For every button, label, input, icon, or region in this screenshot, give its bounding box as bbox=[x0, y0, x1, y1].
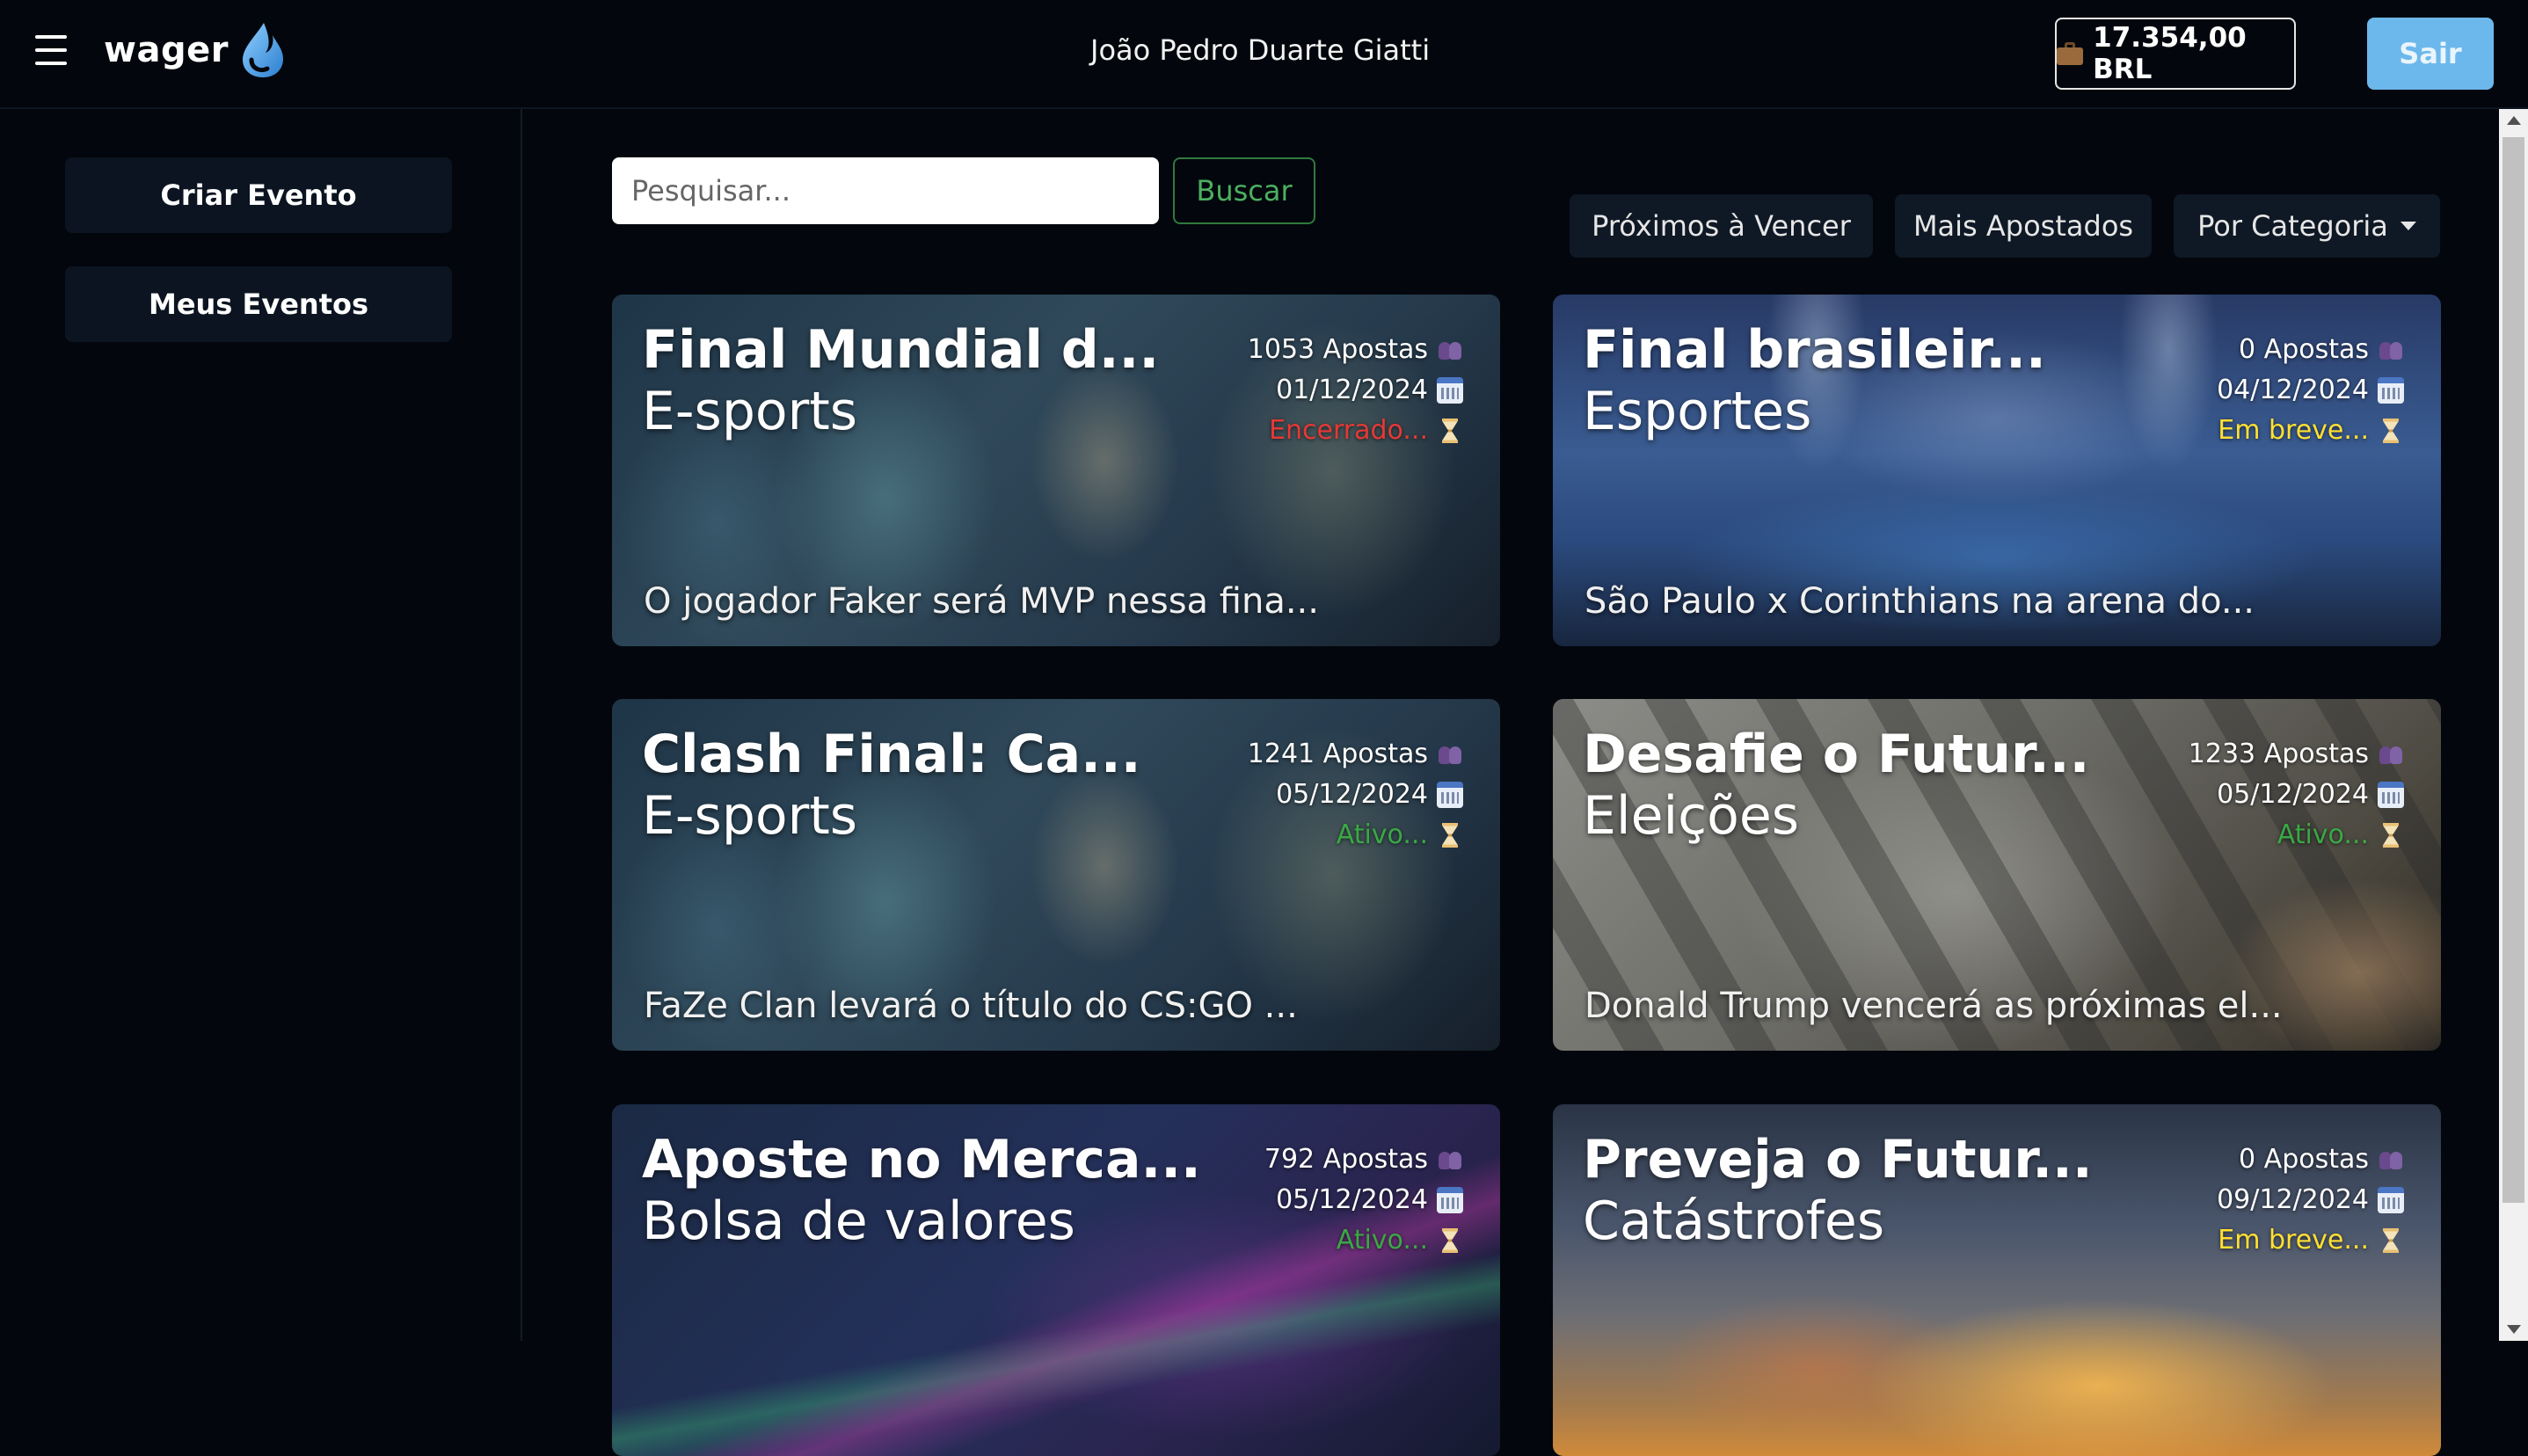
card-title: Clash Final: Ca... bbox=[642, 724, 1141, 785]
people-icon bbox=[2378, 741, 2404, 768]
user-name: João Pedro Duarte Giatti bbox=[1090, 33, 1431, 67]
sidebar: Criar Evento Meus Eventos bbox=[0, 109, 522, 1341]
filter-most-bet-button[interactable]: Mais Apostados bbox=[1895, 194, 2152, 258]
card-description: São Paulo x Corinthians na arena do... bbox=[1585, 581, 2255, 622]
card-description: O jogador Faker será MVP nessa fina... bbox=[644, 581, 1319, 622]
hourglass-icon bbox=[2378, 1227, 2404, 1254]
event-card[interactable]: Final Mundial d... E-sports 1053 Apostas… bbox=[612, 295, 1500, 646]
filter-upcoming-button[interactable]: Próximos à Vencer bbox=[1570, 194, 1873, 258]
sidebar-item-create-event[interactable]: Criar Evento bbox=[65, 157, 452, 233]
calendar-icon bbox=[2378, 1187, 2404, 1213]
water-drop-logo-icon bbox=[237, 21, 288, 79]
hourglass-icon bbox=[2378, 418, 2404, 444]
card-meta: 0 Apostas 09/12/2024 Em breve... bbox=[2217, 1139, 2404, 1261]
people-icon bbox=[1437, 337, 1463, 363]
menu-icon[interactable] bbox=[35, 35, 67, 65]
people-icon bbox=[2378, 337, 2404, 363]
card-meta: 0 Apostas 04/12/2024 Em breve... bbox=[2217, 330, 2404, 451]
card-date: 05/12/2024 bbox=[2217, 779, 2369, 810]
search-button[interactable]: Buscar bbox=[1173, 157, 1315, 224]
card-date: 04/12/2024 bbox=[2217, 375, 2369, 405]
card-bets: 0 Apostas bbox=[2239, 1144, 2369, 1175]
hourglass-icon bbox=[1437, 822, 1463, 848]
card-status: Em breve... bbox=[2218, 415, 2369, 446]
event-card[interactable]: Final brasileir... Esportes 0 Apostas 04… bbox=[1553, 295, 2441, 646]
briefcase-icon bbox=[2057, 42, 2083, 65]
card-date: 01/12/2024 bbox=[1276, 375, 1428, 405]
card-bets: 792 Apostas bbox=[1264, 1144, 1428, 1175]
logo-text: wager bbox=[104, 30, 229, 70]
card-description: Donald Trump vencerá as próximas el... bbox=[1585, 986, 2283, 1026]
card-title: Preveja o Futur... bbox=[1583, 1129, 2093, 1190]
logout-button[interactable]: Sair bbox=[2367, 18, 2494, 90]
card-meta: 792 Apostas 05/12/2024 Ativo... bbox=[1264, 1139, 1463, 1261]
hourglass-icon bbox=[1437, 418, 1463, 444]
card-date: 05/12/2024 bbox=[1276, 779, 1428, 810]
calendar-icon bbox=[2378, 782, 2404, 808]
card-title: Desafie o Futur... bbox=[1583, 724, 2090, 785]
card-date: 09/12/2024 bbox=[2217, 1184, 2369, 1215]
card-date: 05/12/2024 bbox=[1276, 1184, 1428, 1215]
card-meta: 1241 Apostas 05/12/2024 Ativo... bbox=[1248, 734, 1463, 855]
event-card[interactable]: Aposte no Merca... Bolsa de valores 792 … bbox=[612, 1104, 1500, 1456]
card-status: Ativo... bbox=[1336, 819, 1428, 850]
card-category: Bolsa de valores bbox=[642, 1190, 1075, 1252]
people-icon bbox=[1437, 741, 1463, 768]
card-category: E-sports bbox=[642, 381, 858, 442]
calendar-icon bbox=[2378, 377, 2404, 404]
card-status: Em breve... bbox=[2218, 1225, 2369, 1256]
balance-button[interactable]: 17.354,00 BRL bbox=[2055, 18, 2296, 90]
logo[interactable]: wager bbox=[104, 19, 288, 81]
event-card[interactable]: Preveja o Futur... Catástrofes 0 Apostas… bbox=[1553, 1104, 2441, 1456]
card-meta: 1053 Apostas 01/12/2024 Encerrado... bbox=[1248, 330, 1463, 451]
filter-category-dropdown[interactable]: Por Categoria bbox=[2174, 194, 2440, 258]
scroll-thumb[interactable] bbox=[2503, 137, 2524, 1203]
event-card[interactable]: Desafie o Futur... Eleições 1233 Apostas… bbox=[1553, 699, 2441, 1051]
card-description: FaZe Clan levará o título do CS:GO ... bbox=[644, 986, 1298, 1026]
card-status: Ativo... bbox=[1336, 1225, 1428, 1256]
hourglass-icon bbox=[2378, 822, 2404, 848]
people-icon bbox=[1437, 1147, 1463, 1173]
page-scrollbar[interactable] bbox=[2499, 109, 2528, 1341]
card-title: Final brasileir... bbox=[1583, 319, 2046, 381]
card-category: Esportes bbox=[1583, 381, 1812, 442]
calendar-icon bbox=[1437, 1187, 1463, 1213]
card-title: Aposte no Merca... bbox=[642, 1129, 1201, 1190]
card-category: E-sports bbox=[642, 785, 858, 847]
card-meta: 1233 Apostas 05/12/2024 Ativo... bbox=[2189, 734, 2404, 855]
event-card[interactable]: Clash Final: Ca... E-sports 1241 Apostas… bbox=[612, 699, 1500, 1051]
card-bets: 1053 Apostas bbox=[1247, 334, 1428, 365]
filter-most-bet-label: Mais Apostados bbox=[1912, 209, 2134, 243]
card-title: Final Mundial d... bbox=[642, 319, 1160, 381]
filter-category-label: Por Categoria bbox=[2197, 209, 2388, 243]
card-category: Eleições bbox=[1583, 785, 1800, 847]
scroll-up-icon[interactable] bbox=[2507, 116, 2521, 125]
card-status: Encerrado... bbox=[1269, 415, 1428, 446]
card-bets: 1233 Apostas bbox=[2188, 739, 2369, 769]
scroll-down-icon[interactable] bbox=[2507, 1325, 2521, 1334]
card-bets: 0 Apostas bbox=[2239, 334, 2369, 365]
card-status: Ativo... bbox=[2277, 819, 2369, 850]
top-navbar: wager João Pedro Duarte Giatti 17.354,00… bbox=[0, 0, 2528, 109]
calendar-icon bbox=[1437, 377, 1463, 404]
balance-value: 17.354,00 BRL bbox=[2093, 22, 2247, 85]
search-input[interactable] bbox=[612, 157, 1159, 224]
card-category: Catástrofes bbox=[1583, 1190, 1885, 1252]
sidebar-item-my-events[interactable]: Meus Eventos bbox=[65, 266, 452, 342]
filter-upcoming-label: Próximos à Vencer bbox=[1592, 209, 1851, 243]
caret-down-icon bbox=[2400, 222, 2416, 230]
calendar-icon bbox=[1437, 782, 1463, 808]
hourglass-icon bbox=[1437, 1227, 1463, 1254]
people-icon bbox=[2378, 1147, 2404, 1173]
card-bets: 1241 Apostas bbox=[1247, 739, 1428, 769]
